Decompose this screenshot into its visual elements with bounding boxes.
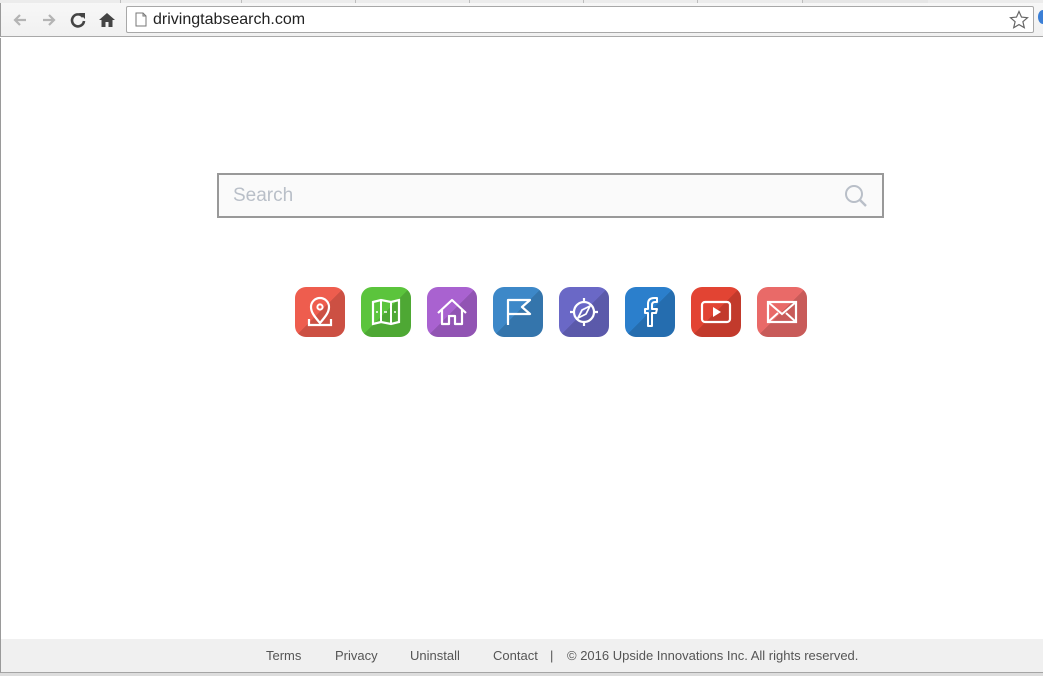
tile-home[interactable] <box>427 287 477 337</box>
youtube-icon <box>700 300 732 324</box>
search-box <box>217 173 884 218</box>
footer: Terms Privacy Uninstall Contact | © 2016… <box>0 639 1043 673</box>
url-text[interactable]: drivingtabsearch.com <box>153 11 305 29</box>
address-bar[interactable]: drivingtabsearch.com <box>126 6 1034 33</box>
home-button[interactable] <box>96 9 118 31</box>
page-content <box>0 38 1043 639</box>
home-icon <box>99 13 115 27</box>
extension-icon[interactable] <box>1038 10 1043 24</box>
house-icon <box>437 298 467 326</box>
flag-icon <box>506 298 532 325</box>
tile-compass[interactable] <box>559 287 609 337</box>
folded-map-icon <box>371 298 401 326</box>
footer-link-contact[interactable]: Contact <box>493 648 538 663</box>
footer-link-uninstall[interactable]: Uninstall <box>410 648 460 663</box>
tile-maps-pin[interactable] <box>295 287 345 337</box>
tile-mail[interactable] <box>757 287 807 337</box>
star-icon[interactable] <box>1009 10 1029 30</box>
facebook-icon <box>644 297 658 327</box>
copyright-text: © 2016 Upside Innovations Inc. All right… <box>567 648 859 663</box>
page-icon <box>135 12 147 27</box>
back-button[interactable] <box>9 9 31 31</box>
footer-separator: | <box>550 648 554 663</box>
browser-toolbar: drivingtabsearch.com <box>0 3 1043 37</box>
location-pin-icon <box>307 296 333 327</box>
search-icon[interactable] <box>844 184 870 208</box>
reload-button[interactable] <box>67 9 89 31</box>
footer-link-privacy[interactable]: Privacy <box>335 648 378 663</box>
envelope-icon <box>766 300 798 324</box>
tile-youtube[interactable] <box>691 287 741 337</box>
forward-button[interactable] <box>38 9 60 31</box>
search-input[interactable] <box>219 175 819 216</box>
compass-icon <box>570 298 598 326</box>
back-icon <box>13 14 26 26</box>
forward-icon <box>43 14 56 26</box>
tile-map[interactable] <box>361 287 411 337</box>
reload-icon <box>70 13 86 28</box>
footer-link-terms[interactable]: Terms <box>266 648 301 663</box>
tile-flag[interactable] <box>493 287 543 337</box>
tile-facebook[interactable] <box>625 287 675 337</box>
